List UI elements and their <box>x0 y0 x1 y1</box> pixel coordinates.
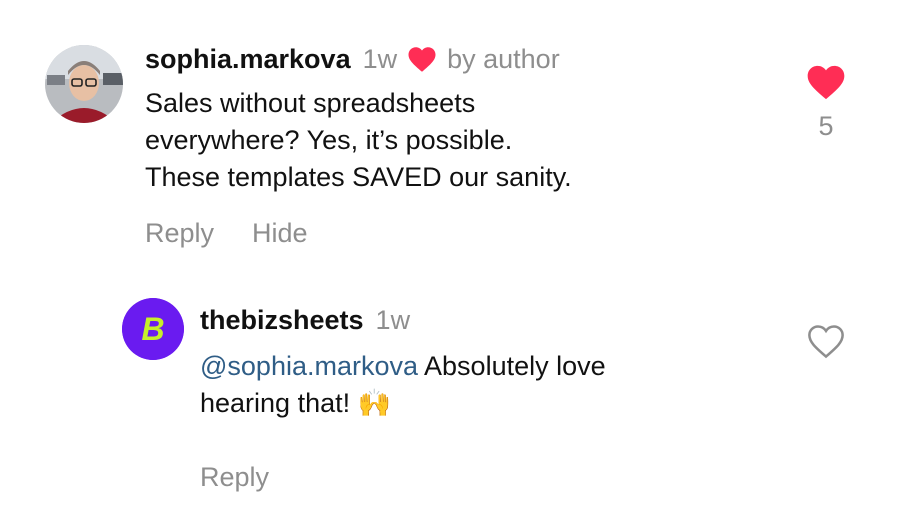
reply-comment: thebizsheets 1w @sophia.markova Absolute… <box>200 305 760 493</box>
comment-like: 5 <box>800 64 852 142</box>
comment-header: sophia.markova 1w by author <box>145 44 765 75</box>
comment: sophia.markova 1w by author Sales withou… <box>145 44 765 249</box>
raising-hands-emoji: 🙌 <box>357 388 392 418</box>
avatar-letter: B <box>141 311 164 347</box>
brand-avatar[interactable]: B <box>122 298 184 360</box>
reply-text-line: hearing that! 🙌 <box>200 385 760 422</box>
reply-username[interactable]: thebizsheets <box>200 305 364 336</box>
like-count: 5 <box>818 111 834 141</box>
reply-like <box>804 324 848 359</box>
comment-username[interactable]: sophia.markova <box>145 44 351 75</box>
comments-thread: sophia.markova 1w by author Sales withou… <box>0 0 910 525</box>
comment-time: 1w <box>362 44 398 74</box>
reply-text: @sophia.markova Absolutely love hearing … <box>200 348 760 422</box>
like-heart-filled-icon[interactable] <box>806 64 846 101</box>
hide-button[interactable]: Hide <box>252 218 308 249</box>
reply-text-part: Absolutely love <box>418 351 606 381</box>
reply-header: thebizsheets 1w <box>200 305 760 336</box>
mention-link[interactable]: @sophia.markova <box>200 351 418 381</box>
reply-time: 1w <box>375 305 411 335</box>
comment-text-line: everywhere? Yes, it’s possible. <box>145 125 513 155</box>
reply-button[interactable]: Reply <box>200 462 269 493</box>
reply-button[interactable]: Reply <box>145 218 214 249</box>
reply-text-part: hearing that! <box>200 388 358 418</box>
comment-actions: Reply Hide <box>145 218 765 249</box>
comment-text-line: These templates SAVED our sanity. <box>145 162 572 192</box>
by-author-label: by author <box>447 44 560 74</box>
avatar[interactable] <box>45 45 123 123</box>
heart-outline-icon[interactable] <box>807 324 845 359</box>
comment-text-line: Sales without spreadsheets <box>145 88 476 118</box>
comment-text: Sales without spreadsheets everywhere? Y… <box>145 85 765 196</box>
brand-logo-icon: B <box>122 298 184 360</box>
reply-actions: Reply <box>200 462 760 493</box>
heart-filled-icon <box>407 46 437 73</box>
reply-text-line: @sophia.markova Absolutely love <box>200 348 760 385</box>
